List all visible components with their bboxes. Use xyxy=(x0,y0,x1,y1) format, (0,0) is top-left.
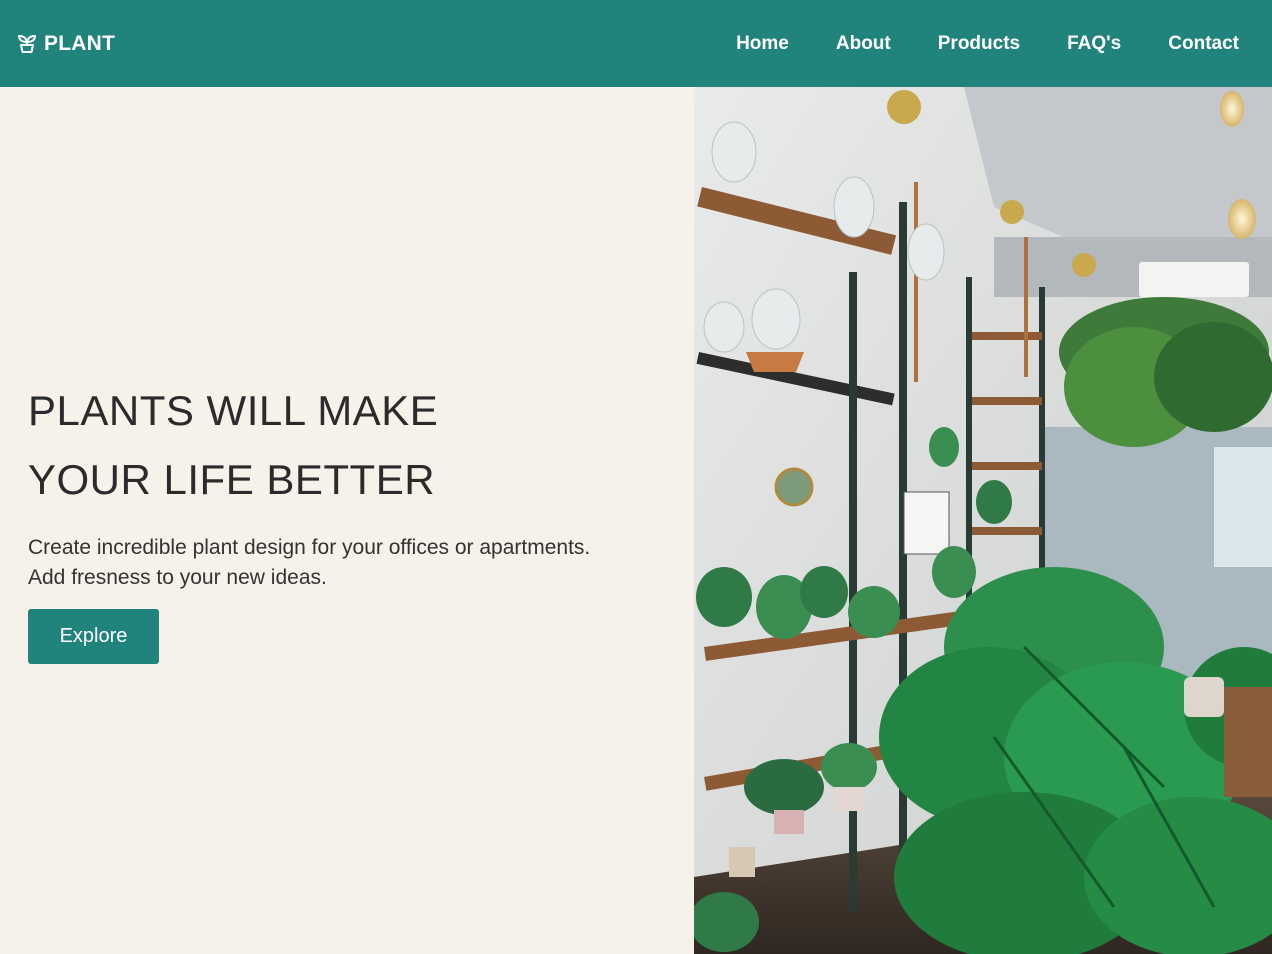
hero-title-line: YOUR LIFE BETTER xyxy=(28,456,436,503)
hero-description-line: Add fresness to your new ideas. xyxy=(28,566,327,589)
navbar: PLANT Home About Products FAQ's Contact xyxy=(0,0,1272,87)
nav-home[interactable]: Home xyxy=(736,33,789,55)
nav-faqs[interactable]: FAQ's xyxy=(1067,33,1121,55)
nav-about[interactable]: About xyxy=(836,33,891,55)
hero-section: PLANTS WILL MAKE YOUR LIFE BETTER Create… xyxy=(0,87,694,954)
nav-contact[interactable]: Contact xyxy=(1168,33,1239,55)
brand-name: PLANT xyxy=(44,31,115,55)
hero-description-line: Create incredible plant design for your … xyxy=(28,536,591,559)
plant-pot-icon xyxy=(17,34,37,54)
hero-description: Create incredible plant design for your … xyxy=(28,533,590,593)
nav-products[interactable]: Products xyxy=(938,33,1020,55)
brand-logo[interactable]: PLANT xyxy=(17,32,115,56)
hero-title-line: PLANTS WILL MAKE xyxy=(28,387,439,434)
hero-title: PLANTS WILL MAKE YOUR LIFE BETTER xyxy=(28,376,438,514)
hero-image xyxy=(694,87,1272,954)
explore-button[interactable]: Explore xyxy=(28,609,159,664)
nav-menu: Home About Products FAQ's Contact xyxy=(689,33,1239,55)
